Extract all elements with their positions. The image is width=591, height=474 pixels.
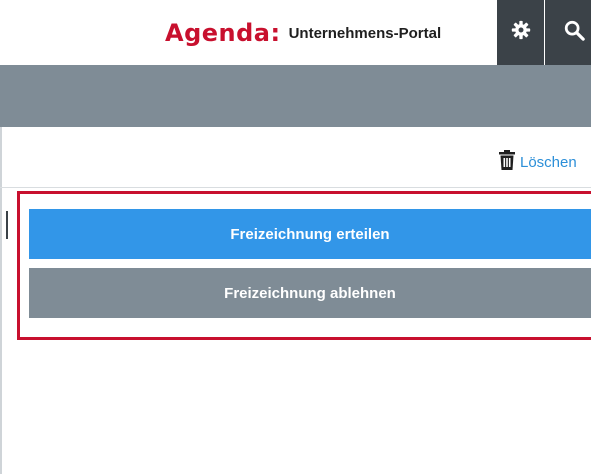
search-icon (563, 19, 585, 46)
side-marker (6, 211, 8, 239)
delete-label: Löschen (520, 153, 577, 171)
gray-title-band (0, 65, 591, 127)
reject-release-button[interactable]: Freizeichnung ablehnen (29, 268, 591, 318)
app-frame: Agenda: Unternehmens-Portal Löschen Frei… (0, 0, 591, 474)
brand-subtitle: Unternehmens-Portal (288, 24, 442, 42)
gear-icon (511, 20, 531, 45)
search-button[interactable] (545, 0, 591, 65)
divider (0, 187, 591, 188)
delete-button[interactable]: Löschen (498, 150, 577, 174)
top-header: Agenda: Unternehmens-Portal (0, 0, 591, 65)
approve-release-button[interactable]: Freizeichnung erteilen (29, 209, 591, 259)
brand-logo: Agenda: (165, 19, 281, 47)
trash-icon (498, 150, 516, 174)
brand: Agenda: Unternehmens-Portal (165, 18, 441, 48)
settings-button[interactable] (497, 0, 544, 65)
